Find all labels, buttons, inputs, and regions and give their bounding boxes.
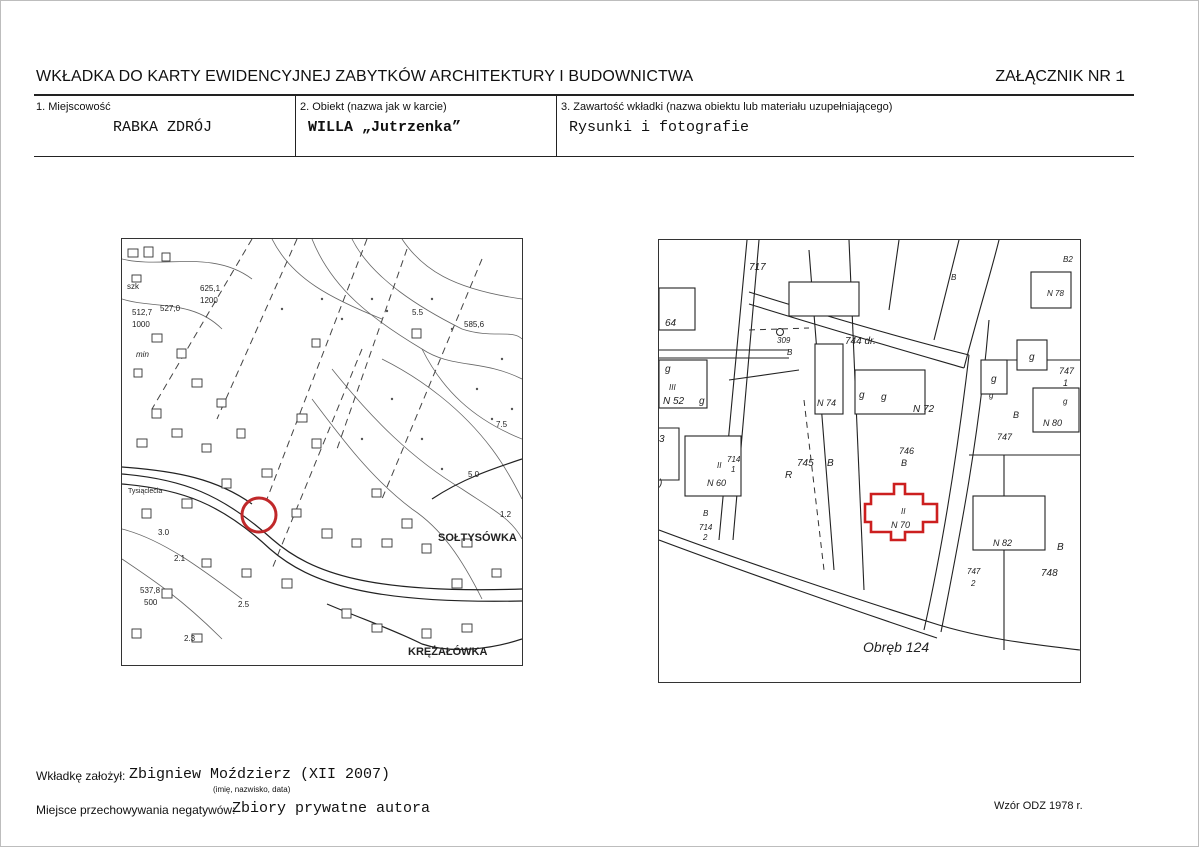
building-label: g	[991, 374, 997, 385]
map-label: 2.5	[238, 600, 250, 609]
parcel-label: 309	[777, 336, 791, 345]
building-label: N 72	[913, 404, 935, 415]
parcel-label: 2	[702, 533, 708, 542]
parcel-label: B	[1057, 542, 1064, 553]
parcel-label: B	[787, 348, 793, 357]
locality-label: 1. Miejscowość	[36, 101, 111, 113]
building-label: II	[901, 507, 906, 516]
annex-number: 1	[1115, 68, 1125, 86]
map-label: min	[136, 350, 149, 359]
storage-value: Zbiory prywatne autora	[232, 800, 431, 817]
map-label: 500	[144, 598, 158, 607]
parcel-label: 714	[699, 523, 713, 532]
parcel-label: 64	[665, 318, 677, 329]
cadastral-map: 717 64 309 B 744 dr. B B2 N 78 g 747 1 g…	[658, 239, 1081, 683]
parcel-label: B2	[1063, 255, 1073, 264]
parcel-label: )	[659, 478, 662, 489]
building-label: N 78	[1047, 289, 1064, 298]
contents-label: 3. Zawartość wkładki (nazwa obiektu lub …	[561, 101, 893, 113]
location-marker	[240, 496, 278, 534]
parcel-label: 717	[749, 262, 766, 273]
parcel-label: B	[901, 458, 907, 468]
parcel-label: B	[951, 273, 957, 282]
parcel-label: B	[703, 509, 709, 518]
building-label: N 60	[707, 478, 726, 488]
map-label: Tysiąclecia	[128, 488, 162, 495]
topographic-map: szk 625,1 1200 527,0 512,7 1000 min 5.5 …	[121, 238, 523, 666]
parcel-label: 1	[731, 465, 735, 474]
parcel-label: 3	[659, 434, 665, 445]
storage-label: Miejsce przechowywania negatywów:	[36, 803, 236, 817]
parcel-label: 2	[970, 579, 976, 588]
map-label: 5.5	[412, 308, 424, 317]
road-label: 744 dr.	[845, 336, 876, 347]
building-label: N 82	[993, 538, 1012, 548]
parcel-label: 747	[967, 567, 981, 576]
parcel-label: 748	[1041, 568, 1058, 579]
map-label: 5.0	[468, 470, 480, 479]
building-label: g	[859, 390, 865, 401]
map-label: KRĘŻAŁÓWKA	[408, 645, 487, 658]
map-label: szk	[127, 282, 140, 291]
parcel-label: 747	[997, 432, 1013, 442]
map-label: 1000	[132, 320, 150, 329]
building-label: N 80	[1043, 418, 1062, 428]
building-label: g	[881, 392, 887, 403]
map-label: 625,1	[200, 284, 221, 293]
header-rule-bottom	[34, 156, 1134, 157]
map-label: 527,0	[160, 304, 181, 313]
parcel-label: B	[827, 458, 834, 469]
building-label: g	[1063, 397, 1068, 406]
building-label: III	[669, 383, 676, 392]
map-label: 585,6	[464, 320, 485, 329]
annex-label-text: ZAŁĄCZNIK NR	[995, 68, 1111, 85]
parcel-label: 747	[1059, 366, 1075, 376]
parcel-label: R	[785, 470, 792, 481]
building-label: N 74	[817, 398, 836, 408]
parcel-label: 714	[727, 455, 741, 464]
map-label: 3.0	[158, 528, 170, 537]
building-label: g	[665, 364, 671, 375]
created-value: Zbigniew Moździerz (XII 2007)	[129, 766, 391, 783]
parcel-label: 745	[797, 458, 814, 469]
map-label: 2.3	[184, 634, 196, 643]
district-label: Obręb 124	[863, 639, 929, 655]
created-label: Wkładkę założył:	[36, 769, 126, 783]
map-label: SOŁTYSÓWKA	[438, 531, 517, 544]
building-label: N 52	[663, 396, 685, 407]
header-rule-top	[34, 94, 1134, 96]
field-divider	[556, 96, 557, 156]
map-label: 7.5	[496, 420, 508, 429]
parcel-label: B	[1013, 410, 1019, 420]
object-value: WILLA „Jutrzenka”	[308, 119, 462, 136]
building-label: g	[699, 396, 705, 407]
created-hint: (imię, nazwisko, data)	[213, 785, 291, 794]
annex-label: ZAŁĄCZNIK NR 1	[995, 68, 1125, 86]
building-label: g	[1029, 352, 1035, 363]
contents-value: Rysunki i fotografie	[569, 119, 750, 136]
locality-value: RABKA ZDRÓJ	[113, 119, 213, 136]
document-title: WKŁADKA DO KARTY EWIDENCYJNEJ ZABYTKÓW A…	[36, 68, 694, 85]
map-label: 1.2	[500, 510, 512, 519]
parcel-label: 746	[899, 446, 914, 456]
building-label: N 70	[891, 520, 910, 530]
form-number: Wzór ODZ 1978 r.	[994, 800, 1083, 812]
parcel-label: 1	[1063, 378, 1068, 388]
field-divider	[295, 96, 296, 156]
map-label: 537,8	[140, 586, 161, 595]
building-label: II	[717, 461, 722, 470]
building-label: g	[989, 391, 994, 400]
map-label: 512,7	[132, 308, 153, 317]
object-label: 2. Obiekt (nazwa jak w karcie)	[300, 101, 447, 113]
map-label: 2.1	[174, 554, 186, 563]
map-label: 1200	[200, 296, 218, 305]
